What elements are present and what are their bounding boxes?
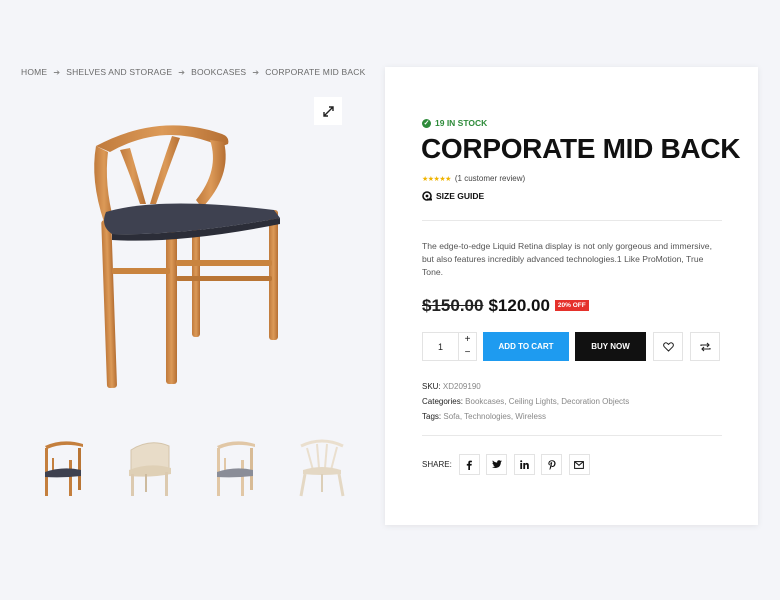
thumbnail-4[interactable] — [279, 432, 365, 502]
discount-badge: 20% OFF — [554, 299, 589, 311]
heart-icon — [662, 341, 674, 352]
product-rating: ★★★★★ (1 customer review) — [422, 174, 525, 183]
sku-row: SKU: XD209190 — [422, 379, 629, 394]
breadcrumb-shelves[interactable]: SHELVES AND STORAGE — [66, 67, 172, 77]
old-price: $150.00 — [422, 296, 484, 315]
breadcrumb-separator-icon: ➔ — [53, 67, 61, 77]
add-to-cart-button[interactable]: ADD TO CART — [483, 332, 569, 361]
product-description: The edge-to-edge Liquid Retina display i… — [422, 241, 712, 277]
share-linkedin-button[interactable] — [513, 454, 535, 475]
thumbnail-1[interactable] — [21, 432, 107, 502]
breadcrumb-current: CORPORATE MID BACK — [265, 67, 366, 77]
check-circle-icon: ✓ — [422, 118, 431, 128]
share-row: SHARE: — [422, 454, 596, 475]
expand-image-button[interactable] — [314, 97, 342, 125]
categories-row: Categories: Bookcases, Ceiling Lights, D… — [422, 397, 630, 406]
categories-label: Categories: — [422, 397, 463, 406]
price-row: $150.00 $120.00 20% OFF — [422, 296, 589, 316]
product-meta: SKU: XD209190 Categories: Bookcases, Cei… — [422, 379, 629, 424]
tags-label: Tags: — [422, 412, 442, 421]
wishlist-button[interactable] — [653, 332, 683, 361]
tag-link[interactable]: Sofa — [443, 412, 459, 421]
linkedin-icon — [519, 460, 529, 469]
sale-price: $120.00 — [488, 296, 550, 315]
quantity-decrease-button[interactable]: − — [459, 347, 476, 361]
breadcrumb: HOME ➔ SHELVES AND STORAGE ➔ BOOKCASES ➔… — [21, 67, 365, 77]
tag-link[interactable]: Technologies — [464, 412, 511, 421]
thumbnail-2[interactable] — [107, 432, 193, 502]
buy-now-button[interactable]: BUY NOW — [575, 332, 646, 361]
sku-label: SKU: — [422, 382, 441, 391]
purchase-actions: 1 + − ADD TO CART BUY NOW — [422, 332, 720, 361]
share-label: SHARE: — [422, 460, 452, 469]
category-link[interactable]: Ceiling Lights — [509, 397, 557, 406]
breadcrumb-separator-icon: ➔ — [178, 67, 186, 77]
review-link[interactable]: (1 customer review) — [455, 174, 525, 183]
breadcrumb-bookcases[interactable]: BOOKCASES — [191, 67, 246, 77]
expand-icon — [322, 105, 334, 117]
share-email-button[interactable] — [568, 454, 590, 475]
quantity-increase-button[interactable]: + — [459, 333, 476, 347]
sku-value: XD209190 — [442, 382, 481, 391]
product-title: CORPORATE MID BACK — [421, 133, 741, 164]
product-summary-card: ✓ 19 IN STOCK CORPORATE MID BACK ★★★★★ (… — [385, 67, 758, 525]
pinterest-icon — [548, 459, 556, 470]
category-link[interactable]: Bookcases — [465, 397, 504, 406]
thumbnail-3[interactable] — [193, 432, 279, 502]
size-guide-label: SIZE GUIDE — [436, 191, 485, 201]
compare-icon — [699, 342, 711, 351]
tags-row: Tags: Sofa, Technologies, Wireless — [422, 412, 546, 421]
stock-status: ✓ 19 IN STOCK — [422, 118, 487, 128]
quantity-stepper: 1 + − — [422, 332, 477, 361]
stock-text: 19 IN STOCK — [435, 118, 488, 128]
divider — [422, 435, 722, 436]
twitter-icon — [491, 460, 502, 468]
tag-link[interactable]: Wireless — [515, 412, 546, 421]
share-twitter-button[interactable] — [486, 454, 508, 475]
compare-button[interactable] — [690, 332, 720, 361]
email-icon — [574, 460, 585, 469]
breadcrumb-separator-icon: ➔ — [252, 67, 260, 77]
product-main-image[interactable] — [60, 100, 340, 400]
thumbnail-gallery — [21, 432, 365, 502]
divider — [422, 220, 722, 221]
size-guide-icon — [422, 191, 432, 201]
category-link[interactable]: Decoration Objects — [561, 397, 629, 406]
breadcrumb-home[interactable]: HOME — [21, 67, 47, 77]
share-pinterest-button[interactable] — [541, 454, 563, 475]
share-facebook-button[interactable] — [458, 454, 480, 475]
size-guide-link[interactable]: SIZE GUIDE — [422, 191, 484, 201]
facebook-icon — [467, 460, 473, 470]
star-rating-icon: ★★★★★ — [422, 175, 451, 183]
quantity-input[interactable]: 1 — [423, 333, 459, 360]
